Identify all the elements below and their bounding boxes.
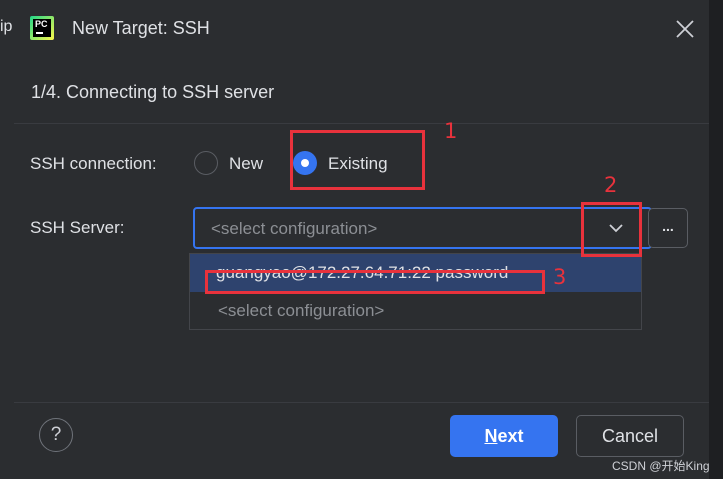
dialog-footer: ? Next Cancel xyxy=(14,402,709,479)
step-header: 1/4. Connecting to SSH server xyxy=(14,60,709,124)
close-icon[interactable] xyxy=(674,18,696,40)
pycharm-logo-text: PC xyxy=(35,19,48,29)
dropdown-item[interactable]: <select configuration> xyxy=(190,292,641,330)
cancel-button[interactable]: Cancel xyxy=(576,415,684,457)
annotation-number-2: 2 xyxy=(604,173,618,197)
annotation-number-1: 1 xyxy=(444,119,458,143)
ssh-server-label: SSH Server: xyxy=(30,218,125,237)
next-button[interactable]: Next xyxy=(450,415,558,457)
background-window-strip-right xyxy=(709,0,723,479)
ssh-server-combobox-value: <select configuration> xyxy=(211,219,378,238)
annotation-box-dropdown-arrow xyxy=(581,202,642,257)
next-mnemonic: N xyxy=(484,426,498,446)
radio-new[interactable] xyxy=(194,151,218,175)
pycharm-logo-icon: PC xyxy=(30,16,54,40)
csdn-watermark: CSDN @开始King xyxy=(612,459,710,473)
annotation-box-server-entry xyxy=(205,270,545,294)
radio-new-label[interactable]: New xyxy=(229,154,263,174)
annotation-number-3: 3 xyxy=(553,265,567,289)
next-label-rest: ext xyxy=(497,426,524,446)
dialog-title: New Target: SSH xyxy=(72,18,210,38)
ssh-connection-label: SSH connection: xyxy=(30,154,157,173)
step-title: 1/4. Connecting to SSH server xyxy=(31,82,275,102)
background-window-text: ip xyxy=(0,18,13,35)
annotation-box-existing xyxy=(290,130,425,190)
dialog-titlebar: PC New Target: SSH xyxy=(14,0,709,60)
browse-configurations-button[interactable]: ... xyxy=(648,208,688,248)
help-button[interactable]: ? xyxy=(39,418,73,452)
background-window-strip: ip xyxy=(0,0,14,479)
